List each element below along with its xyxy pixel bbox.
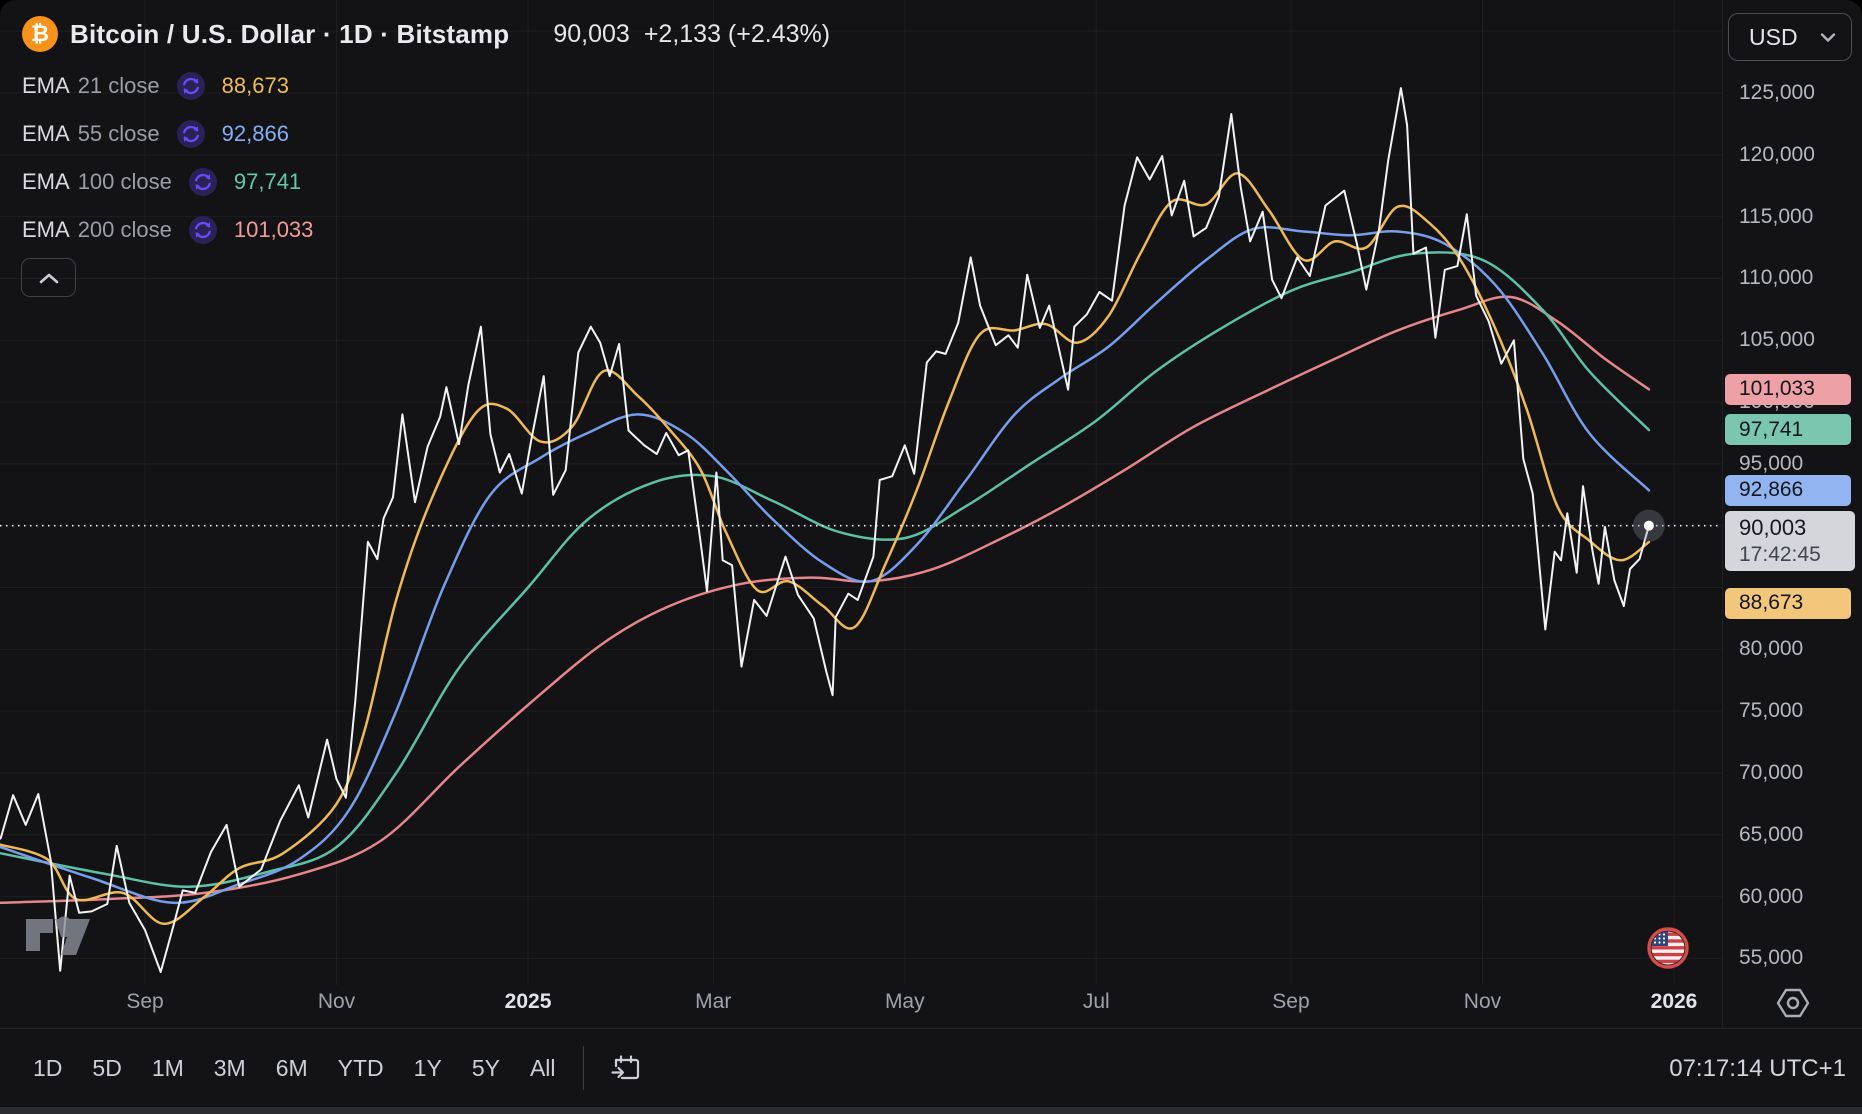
range-button-all[interactable]: All [515,1044,571,1092]
legend-row-ema-55[interactable]: EMA 55 close 92,866 [22,110,313,158]
series-ema-21 [1,173,1649,923]
price-axis-label: 80,000 [1739,637,1803,661]
indicator-sync-icon[interactable] [188,167,218,197]
range-button-6m[interactable]: 6M [261,1044,323,1092]
series-ema-100 [1,252,1649,886]
time-axis-label-month: May [885,990,925,1014]
legend-row-ema-200[interactable]: EMA 200 close 101,033 [22,206,313,254]
time-axis-label-month: Mar [695,990,731,1014]
time-axis-label-year: 2025 [505,990,552,1014]
currency-label: USD [1749,24,1819,51]
indicator-params: 100 close [78,169,172,195]
quote-change: +2,133 (+2.43%) [644,20,830,49]
trading-chart-app: ₿ Bitcoin / U.S. Dollar · 1D · Bitstamp … [0,0,1862,1114]
price-tag: 88,673 [1725,588,1851,619]
price-tag: 101,033 [1725,374,1851,405]
bottom-edge-strip [0,1107,1862,1114]
time-axis-label-month: Nov [318,990,355,1014]
indicator-params: 55 close [78,121,160,147]
indicator-name: EMA [22,169,70,195]
price-axis-label: 95,000 [1739,452,1803,476]
indicator-name: EMA [22,73,70,99]
legend-row-ema-21[interactable]: EMA 21 close 88,673 [22,62,313,110]
indicator-sync-icon[interactable] [188,215,218,245]
us-flag-icon[interactable] [1646,926,1690,970]
price-tag: 97,741 [1725,414,1851,445]
chevron-down-icon [1819,32,1837,43]
time-axis-label-month: Nov [1464,990,1501,1014]
quote: 90,003 +2,133 (+2.43%) [553,20,830,49]
range-button-ytd[interactable]: YTD [323,1044,399,1092]
time-axis-label-month: Sep [1272,990,1309,1014]
time-axis-label-month: Jul [1083,990,1110,1014]
price-axis-label: 105,000 [1739,328,1815,352]
indicator-value: 92,866 [222,121,289,147]
price-axis-label: 120,000 [1739,143,1815,167]
legend-collapse-button[interactable] [21,258,76,297]
indicator-name: EMA [22,121,70,147]
price-axis-label: 55,000 [1739,946,1803,970]
price-scale-settings-gear-icon[interactable] [1775,986,1811,1020]
chart-header: ₿ Bitcoin / U.S. Dollar · 1D · Bitstamp … [22,16,830,52]
indicator-params: 21 close [78,73,160,99]
indicator-sync-icon[interactable] [176,119,206,149]
chevron-up-icon [37,271,61,285]
date-range-buttons: 1D5D1M3M6MYTD1Y5YAll [18,1044,571,1092]
price-tag: 92,866 [1725,475,1851,506]
range-button-1y[interactable]: 1Y [399,1044,457,1092]
time-axis[interactable]: Sep Nov 2025 Mar May Jul Sep Nov 2026 [0,984,1722,1028]
quote-last-price: 90,003 [553,20,629,49]
current-price-tag: 90,00317:42:45 [1725,511,1855,571]
indicator-params: 200 close [78,217,172,243]
clock-timezone-button[interactable]: 07:17:14 UTC+1 [1669,1029,1846,1108]
indicator-value: 101,033 [234,217,314,243]
time-axis-label-month: Sep [126,990,163,1014]
indicator-name: EMA [22,217,70,243]
range-button-5y[interactable]: 5Y [457,1044,515,1092]
currency-dropdown[interactable]: USD [1728,13,1852,61]
bitcoin-icon: ₿ [22,16,58,52]
legend-row-ema-100[interactable]: EMA 100 close 97,741 [22,158,313,206]
last-price-dot [1644,521,1654,531]
range-button-1m[interactable]: 1M [137,1044,199,1092]
go-to-date-calendar-icon [610,1052,642,1084]
price-axis-label: 70,000 [1739,761,1803,785]
range-button-3m[interactable]: 3M [199,1044,261,1092]
price-axis-label: 110,000 [1739,266,1813,290]
series-ema-200 [1,297,1649,903]
price-axis-label: 75,000 [1739,699,1803,723]
current-price-countdown: 17:42:45 [1739,543,1855,567]
indicator-value: 97,741 [234,169,301,195]
indicator-value: 88,673 [222,73,289,99]
price-axis-label: 125,000 [1739,81,1815,105]
price-axis-label: 60,000 [1739,885,1803,909]
symbol-title[interactable]: Bitcoin / U.S. Dollar · 1D · Bitstamp [70,19,509,50]
current-price-value: 90,003 [1739,515,1855,541]
price-axis[interactable]: 125,000120,000115,000110,000105,000100,0… [1722,0,1862,1028]
price-axis-label: 65,000 [1739,823,1803,847]
tradingview-logo[interactable] [24,893,104,979]
range-button-5d[interactable]: 5D [77,1044,136,1092]
indicator-legend: EMA 21 close 88,673 EMA 55 close 92,866 EMA 1… [22,62,313,254]
bottom-toolbar: 1D5D1M3M6MYTD1Y5YAll 07:17:14 UTC+1 [0,1028,1862,1107]
time-axis-label-year: 2026 [1651,990,1698,1014]
price-axis-label: 115,000 [1739,205,1813,229]
range-button-1d[interactable]: 1D [18,1044,77,1092]
indicator-sync-icon[interactable] [176,71,206,101]
go-to-date-button[interactable] [602,1044,650,1092]
toolbar-divider [583,1046,584,1090]
